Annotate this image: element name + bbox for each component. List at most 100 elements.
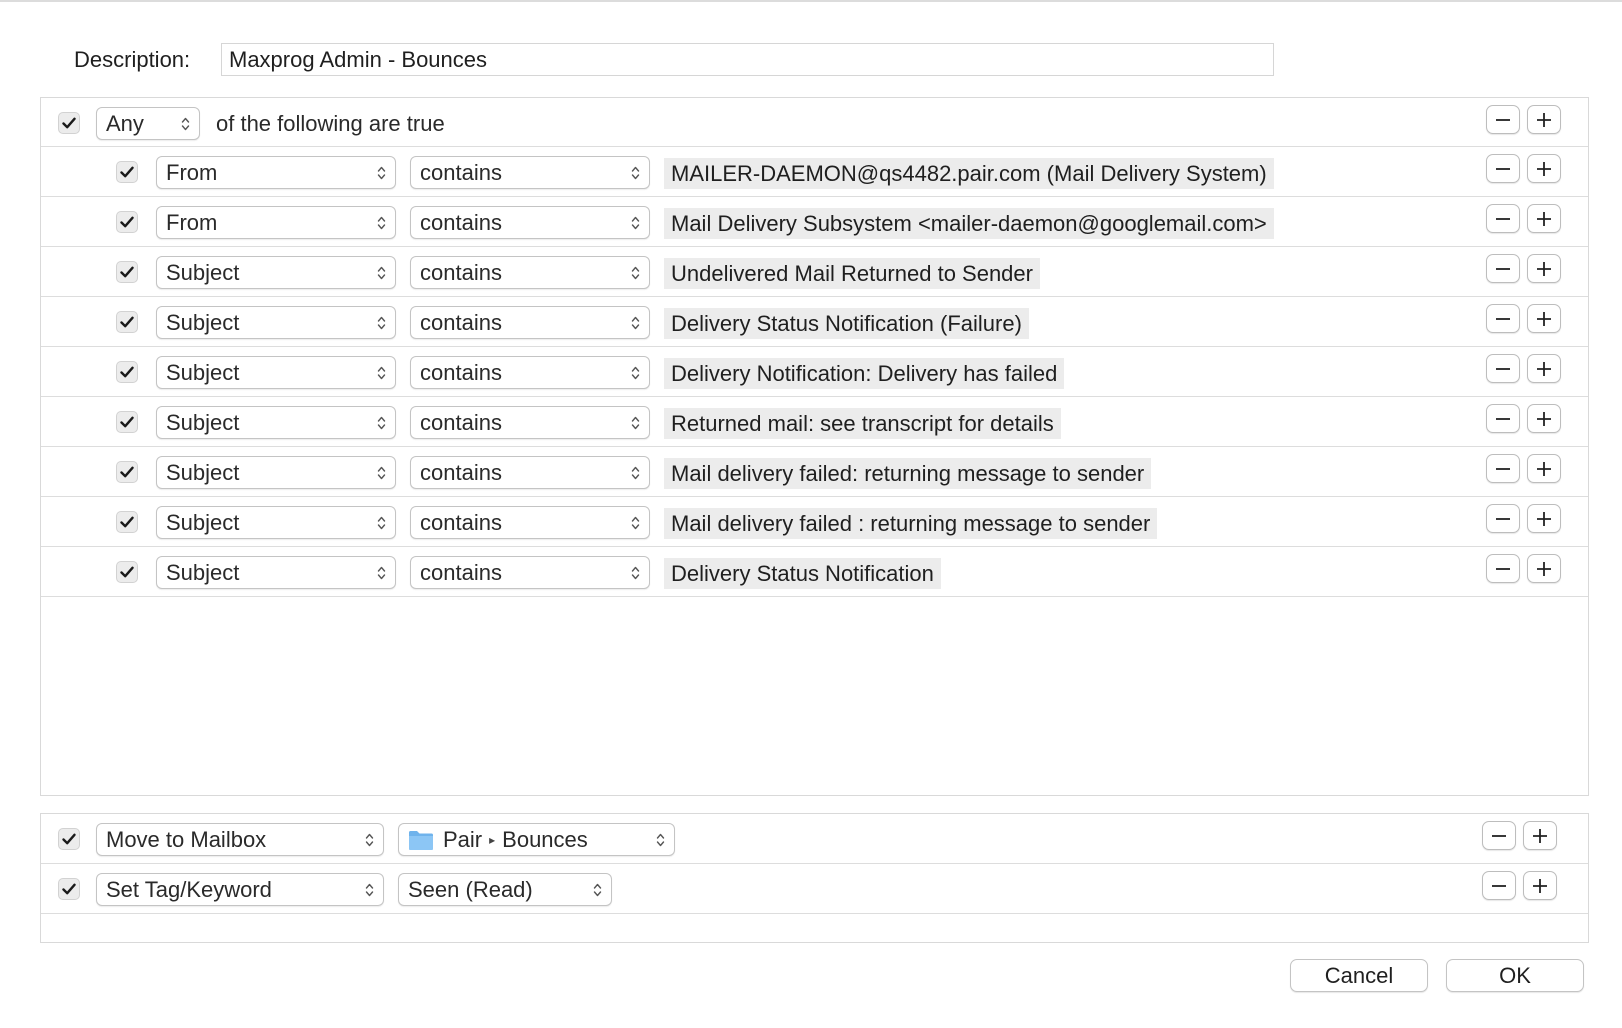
add-criteria-button[interactable] <box>1527 254 1561 283</box>
add-action-button[interactable] <box>1523 871 1557 900</box>
criteria-checkbox[interactable] <box>116 461 138 483</box>
add-criteria-button[interactable] <box>1527 154 1561 183</box>
minus-icon <box>1496 417 1510 420</box>
criteria-row: Subject contains Delivery Status Notificat… <box>41 547 1588 597</box>
criteria-value-field[interactable]: Delivery Status Notification <box>664 558 941 589</box>
remove-criteria-button[interactable] <box>1486 354 1520 383</box>
minus-icon <box>1496 467 1510 470</box>
criteria-field-popup[interactable]: From <box>156 156 396 189</box>
criteria-field-popup[interactable]: Subject <box>156 356 396 389</box>
checkmark-icon <box>120 366 134 378</box>
criteria-checkbox[interactable] <box>116 561 138 583</box>
action-type-popup[interactable]: Set Tag/Keyword <box>96 873 384 906</box>
criteria-checkbox[interactable] <box>116 211 138 233</box>
remove-match-button[interactable] <box>1486 105 1520 134</box>
minus-icon <box>1496 267 1510 270</box>
up-down-arrows-icon <box>631 316 640 330</box>
criteria-field-popup[interactable]: Subject <box>156 506 396 539</box>
criteria-operator-value: contains <box>420 159 502 185</box>
path-separator-icon: ▸ <box>489 832 496 847</box>
criteria-value-field[interactable]: Delivery Notification: Delivery has fail… <box>664 358 1065 389</box>
criteria-value-field[interactable]: MAILER-DAEMON@qs4482.pair.com (Mail Deli… <box>664 158 1274 189</box>
up-down-arrows-icon <box>631 266 640 280</box>
criteria-field-value: From <box>166 209 218 235</box>
plus-icon <box>1537 361 1551 376</box>
criteria-field-popup[interactable]: From <box>156 206 396 239</box>
minus-icon <box>1496 217 1510 220</box>
plus-icon <box>1533 828 1547 843</box>
add-match-button[interactable] <box>1527 105 1561 134</box>
remove-action-button[interactable] <box>1482 871 1516 900</box>
remove-criteria-button[interactable] <box>1486 254 1520 283</box>
ok-button[interactable]: OK <box>1446 959 1584 992</box>
match-quantifier-popup[interactable]: Any <box>96 107 200 140</box>
remove-action-button[interactable] <box>1482 821 1516 850</box>
criteria-value-field[interactable]: Mail delivery failed: returning message … <box>664 458 1152 489</box>
criteria-operator-popup[interactable]: contains <box>410 156 650 189</box>
mailbox-target-popup[interactable]: Pair ▸ Bounces <box>398 823 675 856</box>
add-criteria-button[interactable] <box>1527 554 1561 583</box>
checkmark-icon <box>120 416 134 428</box>
remove-criteria-button[interactable] <box>1486 154 1520 183</box>
criteria-row: Subject contains Mail delivery failed : re… <box>41 497 1588 547</box>
criteria-checkbox[interactable] <box>116 511 138 533</box>
criteria-checkbox[interactable] <box>116 411 138 433</box>
checkmark-icon <box>120 566 134 578</box>
minus-icon <box>1496 317 1510 320</box>
minus-icon <box>1496 567 1510 570</box>
criteria-field-popup[interactable]: Subject <box>156 256 396 289</box>
match-checkbox[interactable] <box>58 112 80 134</box>
add-criteria-button[interactable] <box>1527 354 1561 383</box>
criteria-operator-popup[interactable]: contains <box>410 506 650 539</box>
add-criteria-button[interactable] <box>1527 404 1561 433</box>
plus-icon <box>1533 878 1547 893</box>
criteria-operator-popup[interactable]: contains <box>410 356 650 389</box>
remove-criteria-button[interactable] <box>1486 404 1520 433</box>
criteria-operator-popup[interactable]: contains <box>410 306 650 339</box>
criteria-value-field[interactable]: Returned mail: see transcript for detail… <box>664 408 1061 439</box>
add-criteria-button[interactable] <box>1527 204 1561 233</box>
action-checkbox[interactable] <box>58 878 80 900</box>
remove-criteria-button[interactable] <box>1486 554 1520 583</box>
criteria-operator-popup[interactable]: contains <box>410 406 650 439</box>
remove-criteria-button[interactable] <box>1486 204 1520 233</box>
plus-icon <box>1537 411 1551 426</box>
criteria-field-popup[interactable]: Subject <box>156 306 396 339</box>
criteria-operator-popup[interactable]: contains <box>410 256 650 289</box>
criteria-value-field[interactable]: Mail delivery failed : returning message… <box>664 508 1158 539</box>
description-field[interactable] <box>221 43 1274 76</box>
criteria-checkbox[interactable] <box>116 361 138 383</box>
criteria-value-field[interactable]: Delivery Status Notification (Failure) <box>664 308 1029 339</box>
criteria-operator-popup[interactable]: contains <box>410 556 650 589</box>
criteria-field-popup[interactable]: Subject <box>156 556 396 589</box>
action-type-popup[interactable]: Move to Mailbox <box>96 823 384 856</box>
minus-icon <box>1492 884 1506 887</box>
checkmark-icon <box>120 216 134 228</box>
add-criteria-button[interactable] <box>1527 304 1561 333</box>
criteria-operator-popup[interactable]: contains <box>410 456 650 489</box>
action-checkbox[interactable] <box>58 828 80 850</box>
criteria-field-value: Subject <box>166 309 240 335</box>
remove-criteria-button[interactable] <box>1486 304 1520 333</box>
match-suffix-text: of the following are true <box>216 111 445 136</box>
criteria-checkbox[interactable] <box>116 161 138 183</box>
minus-icon <box>1496 517 1510 520</box>
remove-criteria-button[interactable] <box>1486 504 1520 533</box>
criteria-value-field[interactable]: Mail Delivery Subsystem <mailer-daemon@g… <box>664 208 1274 239</box>
criteria-checkbox[interactable] <box>116 261 138 283</box>
tag-target-popup[interactable]: Seen (Read) <box>398 873 612 906</box>
folder-icon <box>409 830 433 850</box>
add-action-button[interactable] <box>1523 821 1557 850</box>
up-down-arrows-icon <box>377 516 386 530</box>
criteria-value-field[interactable]: Undelivered Mail Returned to Sender <box>664 258 1040 289</box>
plus-icon <box>1537 211 1551 226</box>
remove-criteria-button[interactable] <box>1486 454 1520 483</box>
criteria-field-popup[interactable]: Subject <box>156 406 396 439</box>
criteria-operator-value: contains <box>420 409 502 435</box>
add-criteria-button[interactable] <box>1527 504 1561 533</box>
cancel-button[interactable]: Cancel <box>1290 959 1428 992</box>
add-criteria-button[interactable] <box>1527 454 1561 483</box>
criteria-checkbox[interactable] <box>116 311 138 333</box>
criteria-operator-popup[interactable]: contains <box>410 206 650 239</box>
criteria-field-popup[interactable]: Subject <box>156 456 396 489</box>
